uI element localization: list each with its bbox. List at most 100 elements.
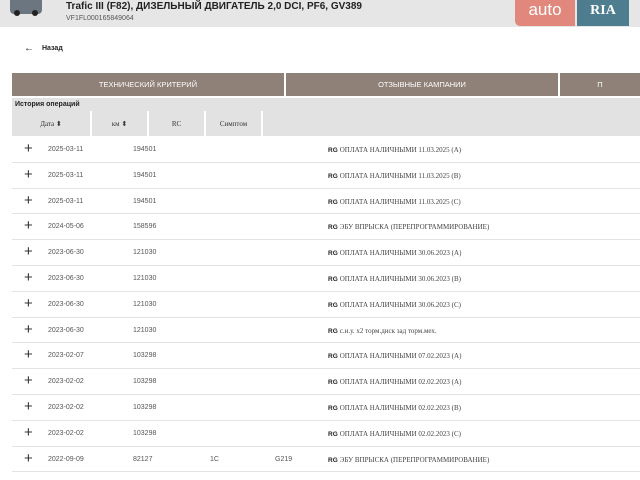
back-link[interactable]: ← Назад (24, 43, 63, 54)
row-description-text: ОПЛАТА НАЛИЧНЫМИ 07.02.2023 (A) (339, 352, 462, 361)
row-symptom: G219 (275, 455, 293, 463)
row-description: RG ОПЛАТА НАЛИЧНЫМИ 30.06.2023 (A) (328, 249, 461, 257)
brand-badge: RG (328, 456, 338, 464)
row-date: 2023-02-02 (48, 429, 84, 437)
row-km: 103298 (133, 378, 157, 386)
table-header: Дата ⬍ км ⬍ RC Симптом (12, 111, 640, 136)
brand-badge: RG (328, 250, 338, 258)
row-description-text: ОПЛАТА НАЛИЧНЫМИ 11.03.2025 (A) (339, 146, 462, 154)
row-km: 103298 (133, 403, 157, 411)
table-row: + 2023-06-30 121030 RG ОПЛАТА НАЛИЧНЫМИ 3… (12, 292, 640, 318)
row-km: 121030 (133, 274, 157, 282)
table-row: + 2023-06-30 121030 RG с.и.у. x2 торм.дис… (12, 318, 640, 344)
operations-table: + 2025-03-11 194501 RG ОПЛАТА НАЛИЧНЫМИ 1… (12, 137, 640, 473)
row-km: 121030 (133, 300, 157, 308)
brand-badge: RG (328, 224, 338, 232)
brand-badge: RG (328, 301, 338, 309)
expand-plus-icon[interactable]: + (24, 243, 33, 260)
row-description-text: ОПЛАТА НАЛИЧНЫМИ 30.06.2023 (C) (339, 300, 462, 309)
row-km: 121030 (133, 249, 157, 257)
brand-badge: RG (328, 198, 338, 206)
row-date: 2023-02-02 (48, 403, 84, 411)
row-description: RG ОПЛАТА НАЛИЧНЫМИ 02.02.2023 (A) (328, 378, 461, 386)
table-row: + 2025-03-11 194501 RG ОПЛАТА НАЛИЧНЫМИ 1… (12, 137, 640, 163)
table-row: + 2023-02-02 103298 RG ОПЛАТА НАЛИЧНЫМИ 0… (12, 421, 640, 447)
brand-badge: RG (328, 147, 338, 154)
table-row: + 2023-02-02 103298 RG ОПЛАТА НАЛИЧНЫМИ 0… (12, 369, 640, 395)
table-row: + 2023-02-07 103298 RG ОПЛАТА НАЛИЧНЫМИ 0… (12, 343, 640, 370)
row-km: 194501 (133, 197, 157, 205)
expand-plus-icon[interactable]: + (24, 295, 33, 312)
vin: VF1FL000165849064 (66, 15, 134, 22)
row-date: 2023-06-30 (48, 300, 84, 308)
row-km: 121030 (133, 326, 157, 334)
expand-plus-icon[interactable]: + (24, 217, 33, 234)
row-km: 103298 (133, 352, 157, 360)
table-row: + 2024-05-06 158596 RG ЭБУ ВПРЫСКА (ПЕРЕП… (12, 214, 640, 241)
expand-plus-icon[interactable]: + (24, 346, 33, 363)
tab-third[interactable]: П (560, 73, 640, 96)
row-description: RG ОПЛАТА НАЛИЧНЫМИ 07.02.2023 (A) (328, 352, 461, 360)
table-row: + 2023-02-02 103298 RG ОПЛАТА НАЛИЧНЫМИ 0… (12, 395, 640, 421)
tab-recall-campaigns[interactable]: ОТЗЫВНЫЕ КАМПАНИИ (286, 73, 560, 96)
row-description-text: ОПЛАТА НАЛИЧНЫМИ 02.02.2023 (B) (339, 403, 462, 412)
expand-plus-icon[interactable]: + (24, 450, 33, 467)
expand-plus-icon[interactable]: + (24, 166, 33, 183)
row-date: 2023-06-30 (48, 326, 84, 334)
row-description-text: ОПЛАТА НАЛИЧНЫМИ 11.03.2025 (B) (339, 171, 461, 180)
row-description-text: ОПЛАТА НАЛИЧНЫМИ 30.06.2023 (A) (339, 249, 462, 258)
table-row: + 2023-06-30 121030 RG ОПЛАТА НАЛИЧНЫМИ 3… (12, 266, 640, 292)
expand-plus-icon[interactable]: + (24, 424, 33, 441)
row-date: 2023-06-30 (48, 249, 84, 257)
row-description-text: ОПЛАТА НАЛИЧНЫМИ 11.03.2025 (C) (339, 197, 461, 206)
tab-bar: ТЕХНИЧЕСКИЙ КРИТЕРИЙ ОТЗЫВНЫЕ КАМПАНИИ П (12, 73, 640, 96)
row-date: 2025-03-11 (48, 197, 84, 205)
vehicle-image (10, 0, 42, 16)
row-description-text: с.и.у. x2 торм.диск зад торм.мех. (339, 326, 437, 335)
logo-ria: RIA (577, 0, 629, 26)
row-description: RG с.и.у. x2 торм.диск зад торм.мех. (328, 327, 437, 335)
row-description: RG ОПЛАТА НАЛИЧНЫМИ 11.03.2025 (B) (328, 172, 461, 180)
row-description: RG ЭБУ ВПРЫСКА (ПЕРЕПРОГРАММИРОВАНИЕ) (328, 223, 489, 231)
brand-badge: RG (328, 327, 338, 335)
column-date[interactable]: Дата ⬍ (12, 111, 90, 136)
row-description: RG ОПЛАТА НАЛИЧНЫМИ 11.03.2025 (C) (328, 198, 461, 206)
expand-plus-icon[interactable]: + (24, 269, 33, 286)
row-rc: 1C (210, 455, 219, 463)
brand-badge: RG (328, 430, 338, 438)
column-km[interactable]: км ⬍ (92, 111, 147, 136)
expand-plus-icon[interactable]: + (24, 321, 33, 338)
brand-badge: RG (328, 404, 338, 412)
logo-auto: auto (515, 0, 575, 26)
table-row: + 2025-03-11 194501 RG ОПЛАТА НАЛИЧНЫМИ 1… (12, 163, 640, 189)
row-km: 158596 (133, 223, 157, 231)
row-date: 2023-06-30 (48, 274, 84, 282)
table-row: + 2025-03-11 194501 RG ОПЛАТА НАЛИЧНЫМИ 1… (12, 189, 640, 215)
row-description-text: ОПЛАТА НАЛИЧНЫМИ 02.02.2023 (C) (339, 429, 462, 438)
brand-badge: RG (328, 275, 338, 283)
expand-plus-icon[interactable]: + (24, 192, 33, 209)
row-date: 2023-02-02 (48, 378, 84, 386)
vehicle-header: Trafic III (F82), ДИЗЕЛЬНЫЙ ДВИГАТЕЛЬ 2,… (0, 0, 640, 27)
row-description-text: ЭБУ ВПРЫСКА (ПЕРЕПРОГРАММИРОВАНИЕ) (339, 455, 490, 464)
table-row: + 2023-06-30 121030 RG ОПЛАТА НАЛИЧНЫМИ 3… (12, 240, 640, 266)
expand-plus-icon[interactable]: + (24, 140, 33, 157)
row-date: 2024-05-06 (48, 223, 84, 231)
brand-badge: RG (328, 353, 338, 361)
brand-badge: RG (328, 379, 338, 387)
column-description (263, 111, 640, 136)
row-km: 103298 (133, 429, 157, 437)
row-date: 2022-09-09 (48, 455, 84, 463)
column-rc: RC (149, 111, 204, 136)
row-date: 2023-02-07 (48, 352, 84, 360)
expand-plus-icon[interactable]: + (24, 398, 33, 415)
row-description: RG ОПЛАТА НАЛИЧНЫМИ 11.03.2025 (A) (328, 146, 461, 154)
tab-technical-criteria[interactable]: ТЕХНИЧЕСКИЙ КРИТЕРИЙ (12, 73, 286, 96)
row-description-text: ОПЛАТА НАЛИЧНЫМИ 02.02.2023 (A) (339, 378, 462, 387)
row-date: 2025-03-11 (48, 146, 84, 153)
row-description-text: ОПЛАТА НАЛИЧНЫМИ 30.06.2023 (B) (339, 274, 462, 283)
expand-plus-icon[interactable]: + (24, 372, 33, 389)
row-description: RG ОПЛАТА НАЛИЧНЫМИ 02.02.2023 (B) (328, 404, 461, 412)
row-km: 194501 (133, 171, 157, 179)
row-description: RG ОПЛАТА НАЛИЧНЫМИ 30.06.2023 (C) (328, 301, 461, 309)
